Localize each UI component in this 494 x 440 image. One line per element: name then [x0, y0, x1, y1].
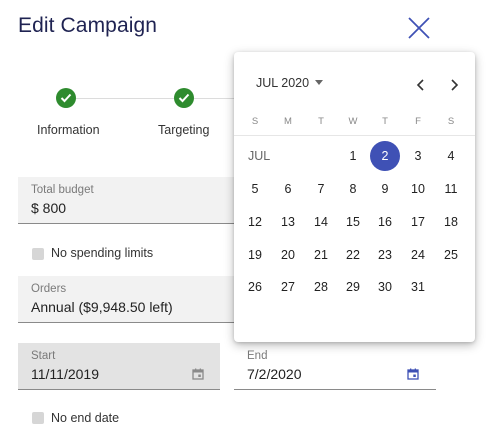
calendar-day[interactable]: 15	[338, 207, 368, 237]
no-spending-limits-checkbox[interactable]	[32, 248, 44, 260]
calendar-day[interactable]: 3	[403, 141, 433, 171]
start-date-field: Start 11/11/2019	[18, 343, 220, 390]
total-budget-field[interactable]: Total budget $ 800	[18, 177, 248, 224]
calendar-day[interactable]: 22	[338, 240, 368, 270]
no-end-date-label[interactable]: No end date	[51, 411, 119, 425]
calendar-icon[interactable]	[407, 368, 419, 380]
weekday-header: T	[318, 116, 324, 127]
end-date-field[interactable]: End 7/2/2020	[234, 343, 436, 390]
calendar-divider	[234, 135, 475, 136]
calendar-day[interactable]: 19	[240, 240, 270, 270]
step-targeting-indicator[interactable]	[174, 88, 194, 108]
step-label-targeting[interactable]: Targeting	[158, 123, 209, 137]
calendar-day[interactable]: 16	[370, 207, 400, 237]
calendar-day[interactable]: 18	[436, 207, 466, 237]
weekday-header: F	[415, 116, 421, 127]
calendar-day[interactable]: 29	[338, 272, 368, 302]
end-date-label: End	[247, 350, 268, 362]
calendar-day-selected[interactable]: 2	[370, 141, 400, 171]
calendar-icon	[192, 368, 204, 380]
check-icon	[60, 93, 72, 103]
page-title: Edit Campaign	[18, 14, 158, 37]
month-year-selector[interactable]: JUL 2020	[256, 76, 324, 90]
calendar-day[interactable]: 10	[403, 174, 433, 204]
calendar-day[interactable]: 4	[436, 141, 466, 171]
month-tag: JUL	[248, 149, 271, 163]
calendar-day[interactable]: 24	[403, 240, 433, 270]
calendar-day[interactable]: 8	[338, 174, 368, 204]
stepper-connector	[194, 98, 234, 99]
calendar-day[interactable]: 31	[403, 272, 433, 302]
weekday-header: W	[348, 116, 358, 127]
no-end-date-checkbox[interactable]	[32, 412, 44, 424]
close-button[interactable]	[404, 14, 434, 44]
total-budget-value[interactable]: $ 800	[31, 200, 66, 216]
calendar-day[interactable]: 30	[370, 272, 400, 302]
weekday-header: M	[284, 116, 292, 127]
calendar-day[interactable]: 13	[273, 207, 303, 237]
start-date-value: 11/11/2019	[31, 366, 99, 382]
calendar-day[interactable]: 26	[240, 272, 270, 302]
weekday-header: S	[447, 116, 455, 127]
weekday-header: S	[251, 116, 259, 127]
date-picker-popup: JUL 2020 JUL S M T W T F S 1 2 3 4 5 6 7 8 9 10 11 12 13 14 1…	[234, 52, 475, 342]
calendar-day[interactable]: 7	[306, 174, 336, 204]
calendar-day[interactable]: 11	[436, 174, 466, 204]
calendar-day[interactable]: 17	[403, 207, 433, 237]
calendar-day[interactable]: 23	[370, 240, 400, 270]
check-icon	[178, 93, 190, 103]
step-label-information[interactable]: Information	[37, 123, 100, 137]
total-budget-label: Total budget	[31, 184, 94, 196]
orders-value[interactable]: Annual ($9,948.50 left)	[31, 299, 173, 315]
stepper-connector	[76, 98, 174, 99]
start-date-label: Start	[31, 350, 56, 362]
next-month-button[interactable]	[447, 78, 461, 92]
no-spending-limits-label[interactable]: No spending limits	[51, 246, 153, 260]
calendar-day[interactable]: 20	[273, 240, 303, 270]
end-date-value[interactable]: 7/2/2020	[247, 366, 302, 382]
orders-label: Orders	[31, 283, 67, 295]
dropdown-caret-icon	[315, 80, 324, 85]
calendar-day[interactable]: 9	[370, 174, 400, 204]
calendar-day[interactable]: 5	[240, 174, 270, 204]
step-information-indicator[interactable]	[56, 88, 76, 108]
calendar-day[interactable]: 1	[338, 141, 368, 171]
calendar-day[interactable]: 12	[240, 207, 270, 237]
calendar-day[interactable]: 28	[306, 272, 336, 302]
calendar-day[interactable]: 14	[306, 207, 336, 237]
close-icon	[408, 17, 430, 39]
previous-month-button[interactable]	[414, 78, 428, 92]
calendar-day[interactable]: 25	[436, 240, 466, 270]
calendar-day[interactable]: 27	[273, 272, 303, 302]
calendar-day[interactable]: 6	[273, 174, 303, 204]
weekday-header: T	[382, 116, 388, 127]
calendar-day[interactable]: 21	[306, 240, 336, 270]
month-year-label: JUL 2020	[256, 76, 310, 90]
orders-field[interactable]: Orders Annual ($9,948.50 left)	[18, 276, 248, 323]
